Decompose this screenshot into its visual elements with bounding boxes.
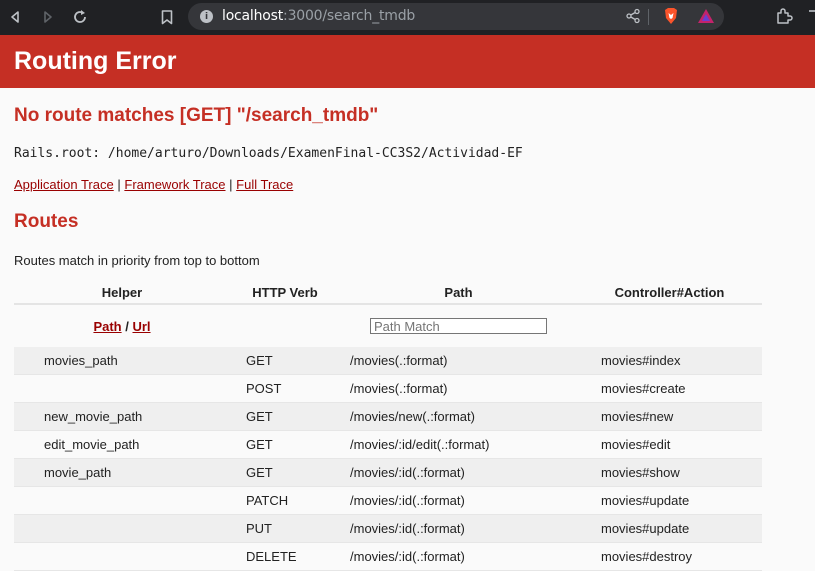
route-path: /movies/new(.:format): [340, 402, 577, 431]
route-http-verb: GET: [230, 458, 340, 487]
trace-separator: |: [117, 177, 121, 192]
application-trace-link[interactable]: Application Trace: [14, 177, 114, 192]
search-cell: [340, 304, 577, 347]
route-row: POST/movies(.:format) movies#create: [14, 374, 762, 403]
route-path: /movies/:id(.:format): [340, 542, 577, 571]
routes-header-row: Helper HTTP Verb Path Controller#Action: [14, 282, 762, 305]
browser-menu-icon[interactable]: [806, 7, 815, 27]
route-row: PATCH/movies/:id(.:format) movies#update: [14, 486, 762, 515]
framework-trace-link[interactable]: Framework Trace: [124, 177, 225, 192]
route-controller-action: movies#destroy: [577, 542, 762, 571]
route-http-verb: GET: [230, 430, 340, 459]
back-arrow-icon[interactable]: [4, 6, 26, 28]
error-header-bar: Routing Error: [0, 35, 815, 88]
page-title: Routing Error: [14, 47, 177, 75]
route-row: movie_path GET/movies/:id(.:format) movies…: [14, 458, 762, 487]
address-bar[interactable]: i localhost:3000/search_tmdb: [188, 3, 724, 30]
route-controller-action: movies#show: [577, 458, 762, 487]
route-http-verb: GET: [230, 347, 340, 375]
full-trace-link[interactable]: Full Trace: [236, 177, 293, 192]
route-controller-action: movies#index: [577, 347, 762, 375]
url-link[interactable]: Url: [132, 319, 150, 334]
address-bar-divider: [648, 9, 649, 25]
route-http-verb: POST: [230, 374, 340, 403]
url-text[interactable]: localhost:3000/search_tmdb: [222, 8, 415, 24]
filter-empty-cell: [577, 304, 762, 347]
route-path: /movies(.:format): [340, 374, 577, 403]
rails-root-line: Rails.root: /home/arturo/Downloads/Exame…: [14, 146, 523, 161]
rails-root-path: /home/arturo/Downloads/ExamenFinal-CC3S2…: [107, 146, 523, 161]
route-controller-action: movies#create: [577, 374, 762, 403]
route-helper: movies_path: [14, 347, 230, 375]
route-http-verb: PATCH: [230, 486, 340, 515]
route-helper: [14, 542, 230, 571]
route-http-verb: GET: [230, 402, 340, 431]
route-controller-action: movies#update: [577, 514, 762, 543]
route-helper: edit_movie_path: [14, 430, 230, 459]
forward-arrow-icon[interactable]: [37, 6, 59, 28]
trace-separator: |: [229, 177, 233, 192]
path-url-separator: /: [125, 318, 129, 334]
filter-empty-cell: [230, 304, 340, 347]
route-http-verb: PUT: [230, 514, 340, 543]
header-controller-action: Controller#Action: [577, 282, 762, 305]
route-row: DELETE/movies/:id(.:format) movies#destro…: [14, 542, 762, 571]
trace-links: Application Trace | Framework Trace | Fu…: [14, 177, 293, 192]
url-host: localhost: [222, 8, 284, 24]
bookmark-icon[interactable]: [156, 6, 178, 28]
route-helper: new_movie_path: [14, 402, 230, 431]
extensions-icon[interactable]: [775, 7, 793, 25]
route-row: edit_movie_path GET/movies/:id/edit(.:for…: [14, 430, 762, 459]
route-helper: [14, 514, 230, 543]
reload-icon[interactable]: [69, 6, 91, 28]
route-row: PUT/movies/:id(.:format) movies#update: [14, 514, 762, 543]
route-helper: [14, 486, 230, 515]
filter-row: Path / Url: [14, 304, 762, 347]
route-controller-action: movies#update: [577, 486, 762, 515]
browser-toolbar: i localhost:3000/search_tmdb: [0, 0, 815, 35]
header-http-verb: HTTP Verb: [230, 282, 340, 305]
routes-intro: Routes match in priority from top to bot…: [14, 253, 260, 268]
path-link[interactable]: Path: [93, 319, 121, 334]
path-url-toggle: Path / Url: [14, 304, 230, 347]
url-path: :3000/search_tmdb: [283, 8, 416, 24]
brave-shields-icon[interactable]: [663, 7, 679, 25]
route-helper: movie_path: [14, 458, 230, 487]
route-controller-action: movies#edit: [577, 430, 762, 459]
share-icon[interactable]: [625, 8, 641, 24]
routes-table: Helper HTTP Verb Path Controller#Action …: [14, 282, 762, 571]
route-path: /movies/:id(.:format): [340, 458, 577, 487]
header-path: Path: [340, 282, 577, 305]
rails-root-label: Rails.root:: [14, 146, 101, 161]
site-info-icon[interactable]: i: [200, 10, 213, 23]
route-http-verb: DELETE: [230, 542, 340, 571]
route-helper: [14, 374, 230, 403]
routes-heading: Routes: [14, 211, 79, 232]
route-row: movies_path GET/movies(.:format) movies#in…: [14, 347, 762, 375]
route-controller-action: movies#new: [577, 402, 762, 431]
route-path: /movies/:id/edit(.:format): [340, 430, 577, 459]
brave-rewards-icon[interactable]: [697, 8, 715, 24]
error-message: No route matches [GET] "/search_tmdb": [14, 105, 379, 126]
route-path: /movies(.:format): [340, 347, 577, 375]
route-row: new_movie_path GET/movies/new(.:format) mo…: [14, 402, 762, 431]
route-path: /movies/:id(.:format): [340, 486, 577, 515]
header-helper: Helper: [14, 282, 230, 305]
path-match-search-input[interactable]: [370, 318, 547, 334]
route-path: /movies/:id(.:format): [340, 514, 577, 543]
